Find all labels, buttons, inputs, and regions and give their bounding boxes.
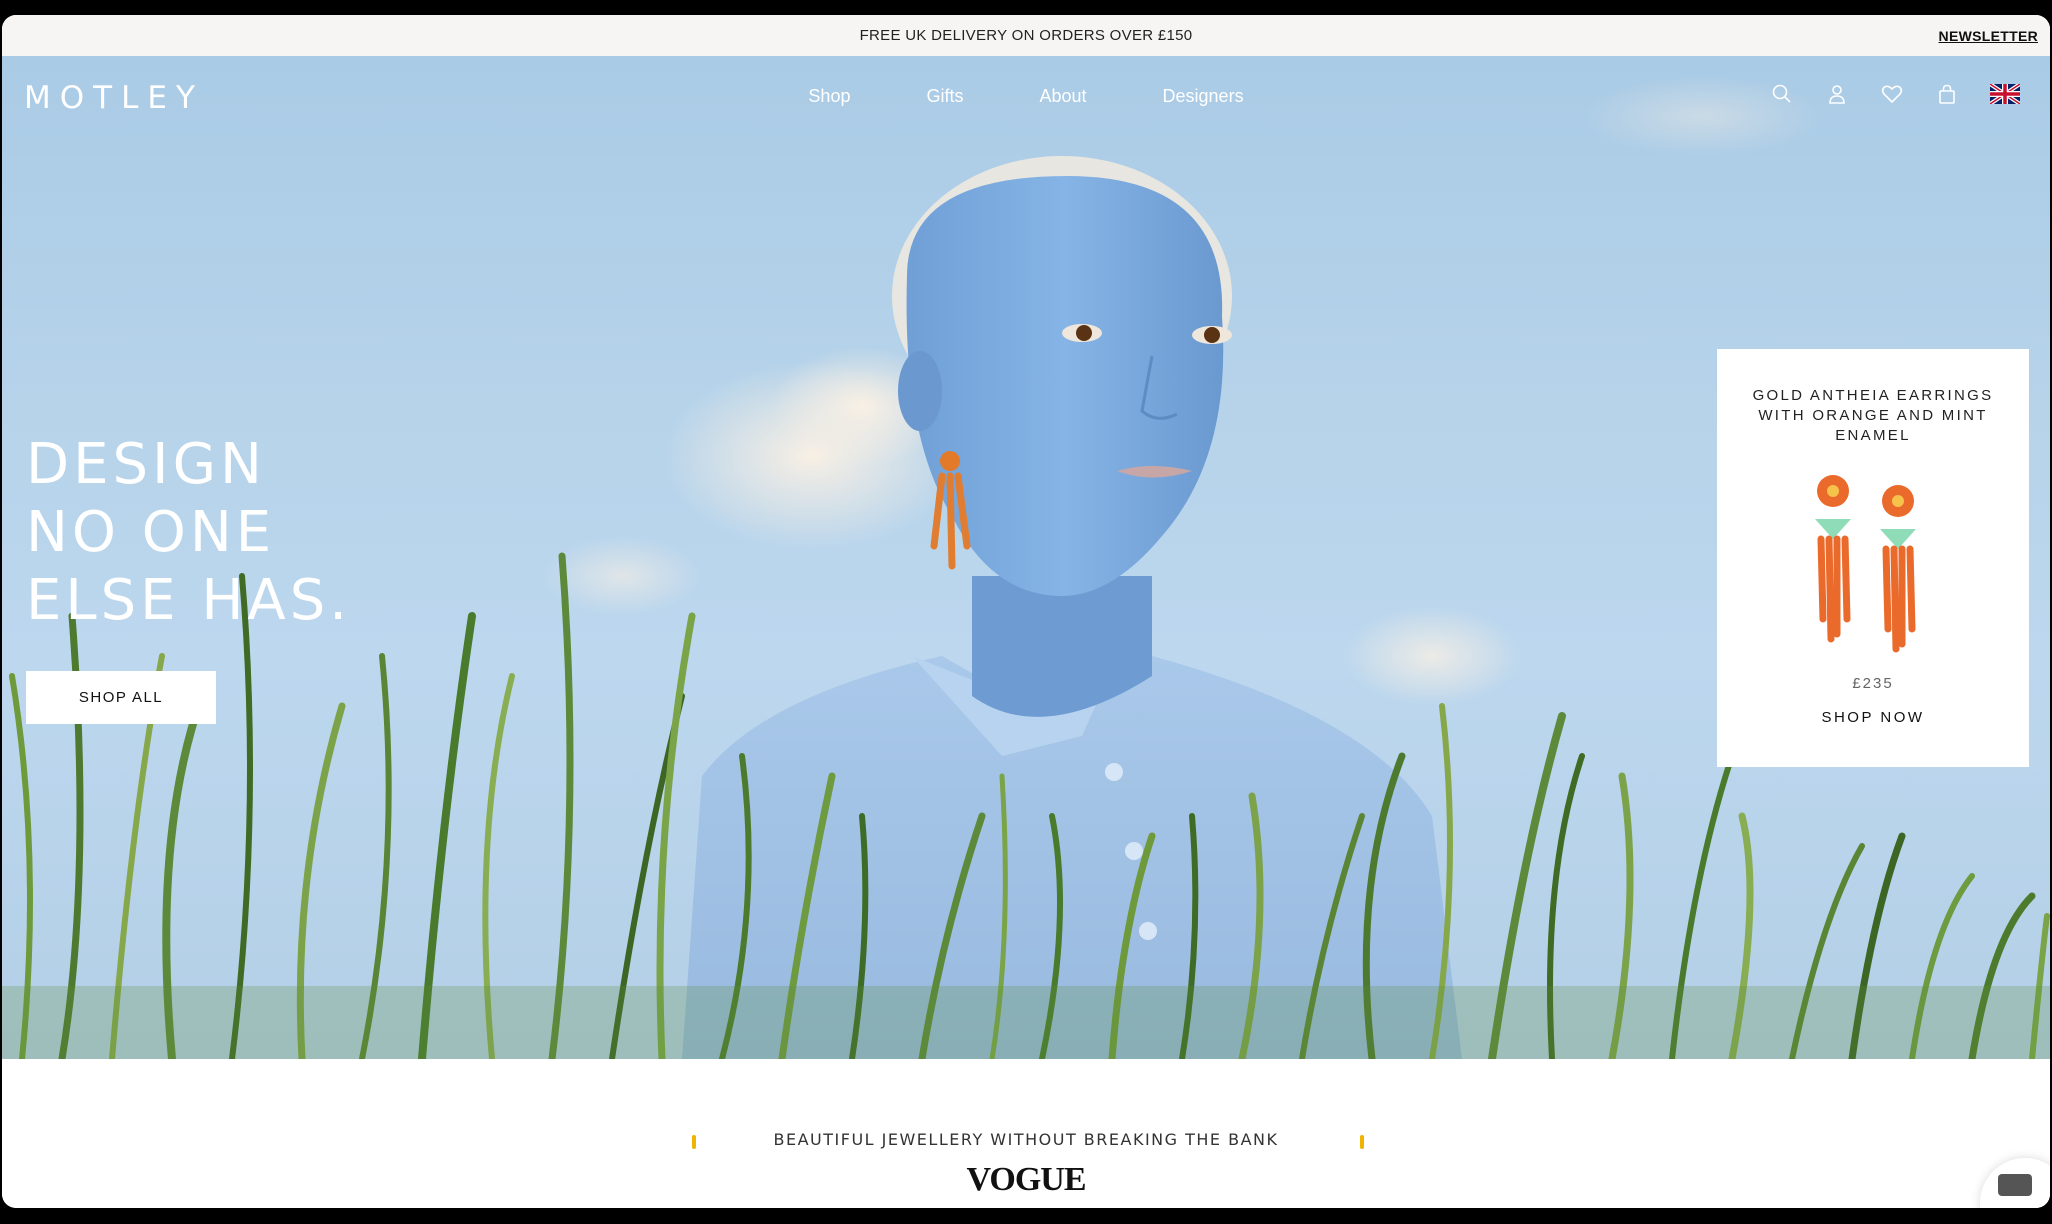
headline-line-3: ELSE HAS. <box>26 568 352 633</box>
product-image[interactable] <box>1793 469 1953 659</box>
hero-headline: DESIGN NO ONE ELSE HAS. <box>26 431 351 635</box>
browser-page: FREE UK DELIVERY ON ORDERS OVER £150 NEW… <box>2 15 2050 1208</box>
shop-now-button[interactable]: SHOP NOW <box>1717 709 2029 726</box>
announcement-bar: FREE UK DELIVERY ON ORDERS OVER £150 NEW… <box>2 15 2050 56</box>
header-icons <box>1770 82 2020 106</box>
nav-designers[interactable]: Designers <box>1163 86 1244 107</box>
uk-flag-icon[interactable] <box>1990 84 2020 104</box>
wishlist-heart-icon[interactable] <box>1880 82 1904 106</box>
newsletter-link[interactable]: NEWSLETTER <box>1939 28 2038 44</box>
press-strip: BEAUTIFUL JEWELLERY WITHOUT BREAKING THE… <box>2 1059 2050 1208</box>
product-card[interactable]: GOLD ANTHEIA EARRINGS WITH ORANGE AND MI… <box>1717 349 2029 767</box>
headline-line-1: DESIGN <box>26 432 266 497</box>
nav-shop[interactable]: Shop <box>808 86 850 107</box>
press-logo-vogue: VOGUE <box>966 1161 1087 1198</box>
product-price: £235 <box>1852 675 1894 692</box>
announcement-text: FREE UK DELIVERY ON ORDERS OVER £150 <box>859 27 1193 44</box>
product-title[interactable]: GOLD ANTHEIA EARRINGS WITH ORANGE AND MI… <box>1737 386 2009 446</box>
quote-mark-close-icon <box>1360 1135 1364 1149</box>
press-quote: BEAUTIFUL JEWELLERY WITHOUT BREAKING THE… <box>773 1130 1279 1149</box>
shop-all-button[interactable]: SHOP ALL <box>26 671 216 724</box>
main-nav: Shop Gifts About Designers <box>2 86 2050 107</box>
hero-banner: MOTLEY Shop Gifts About Designers DESIGN… <box>2 56 2050 1059</box>
bag-icon[interactable] <box>1935 82 1959 106</box>
account-icon[interactable] <box>1825 82 1849 106</box>
search-icon[interactable] <box>1770 82 1794 106</box>
headline-line-2: NO ONE <box>26 500 276 565</box>
nav-about[interactable]: About <box>1039 86 1086 107</box>
chat-icon <box>1998 1174 2032 1196</box>
nav-gifts[interactable]: Gifts <box>926 86 963 107</box>
